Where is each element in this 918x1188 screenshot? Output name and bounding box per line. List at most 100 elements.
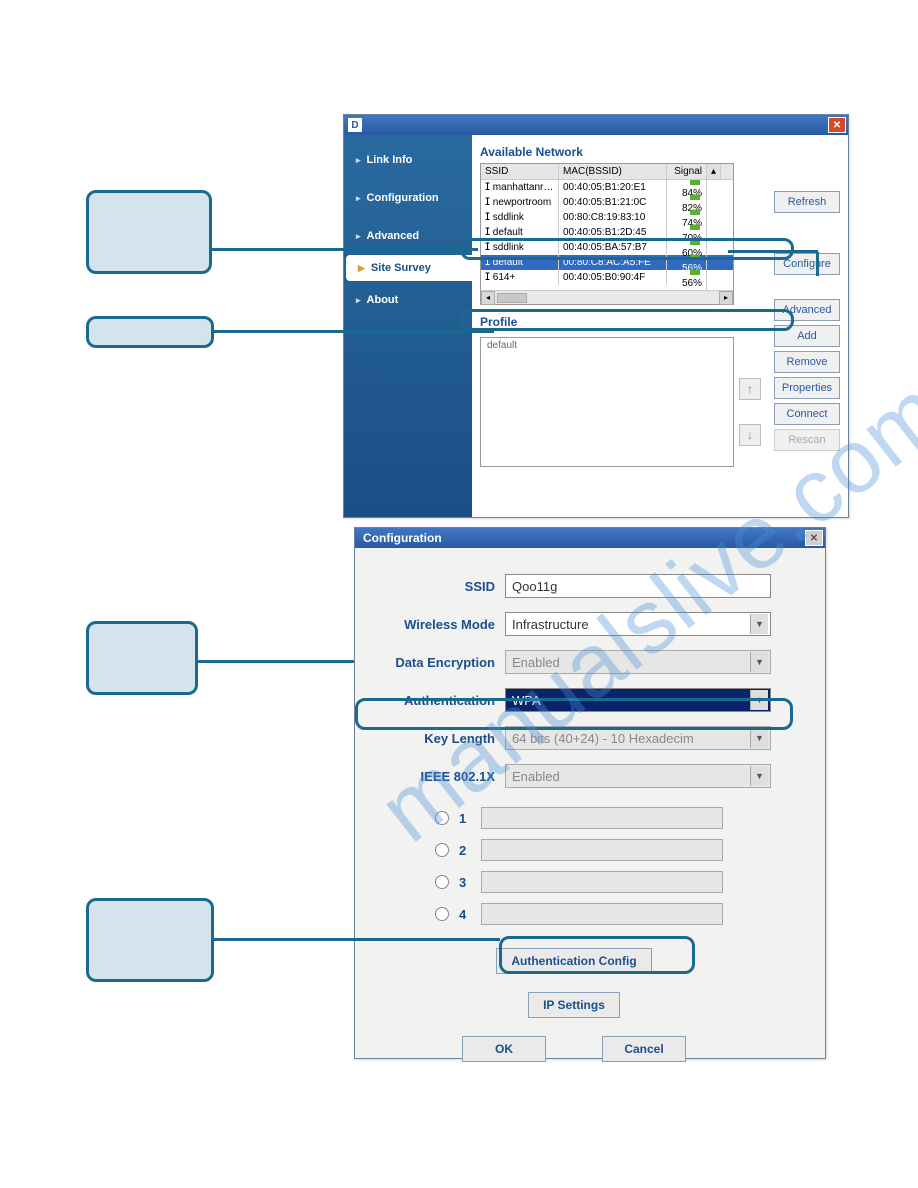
key-num-2: 2 (459, 843, 471, 858)
key-row-1: 1 (435, 802, 793, 834)
key-radio-3[interactable] (435, 875, 449, 889)
callout-box-4 (86, 898, 214, 982)
move-down-icon[interactable]: ↓ (739, 424, 761, 446)
key-radio-4[interactable] (435, 907, 449, 921)
app-icon: D (348, 118, 362, 132)
connector-line (816, 252, 819, 276)
key-row-3: 3 (435, 866, 793, 898)
button-column: Refresh Configure Advanced Add Remove Pr… (774, 191, 840, 451)
cell-mac: 00:40:05:B1:20:E1 (559, 180, 667, 195)
ssid-input[interactable] (505, 574, 771, 598)
close-icon[interactable]: ✕ (828, 117, 846, 133)
ok-button[interactable]: OK (462, 1036, 546, 1062)
chevron-down-icon: ▼ (750, 728, 768, 748)
cancel-button[interactable]: Cancel (602, 1036, 686, 1062)
authentication-select[interactable]: WPA ▼ (505, 688, 771, 712)
chevron-down-icon: ▼ (750, 690, 768, 710)
key-num-3: 3 (459, 875, 471, 890)
data-encryption-value: Enabled (512, 655, 560, 670)
key-num-4: 4 (459, 907, 471, 922)
key-field-4 (481, 903, 723, 925)
col-mac[interactable]: MAC(BSSID) (559, 164, 667, 179)
col-ssid[interactable]: SSID (481, 164, 559, 179)
rescan-button: Rescan (774, 429, 840, 451)
main-panel: Available Network SSID MAC(BSSID) Signal… (472, 135, 848, 517)
window-title: Configuration (363, 531, 442, 545)
profile-item[interactable]: default (481, 338, 733, 353)
profile-list[interactable]: default ↑ ↓ (480, 337, 734, 467)
cell-signal: 56% (667, 265, 707, 291)
cell-mac: 00:80:C8:AC:A5:FE (559, 255, 667, 270)
key-length-select: 64 bits (40+24) - 10 Hexadecim ▼ (505, 726, 771, 750)
refresh-button[interactable]: Refresh (774, 191, 840, 213)
key-row-2: 2 (435, 834, 793, 866)
cell-mac: 00:40:05:BA:57:B7 (559, 240, 667, 255)
ip-settings-button[interactable]: IP Settings (528, 992, 620, 1018)
chevron-down-icon: ▼ (750, 652, 768, 672)
connector-line (214, 938, 500, 941)
ieee8021x-label: IEEE 802.1X (355, 769, 505, 784)
scroll-thumb[interactable] (497, 293, 527, 303)
move-up-icon[interactable]: ↑ (739, 378, 761, 400)
key-radio-1[interactable] (435, 811, 449, 825)
cell-ssid: ⵊ newportroom (481, 195, 559, 210)
col-signal[interactable]: Signal (667, 164, 707, 179)
key-radio-2[interactable] (435, 843, 449, 857)
key-field-2 (481, 839, 723, 861)
horizontal-scrollbar[interactable]: ◂ ▸ (481, 290, 733, 304)
add-button[interactable]: Add (774, 325, 840, 347)
connector-line (728, 250, 818, 253)
scroll-right-icon[interactable]: ▸ (719, 291, 733, 305)
scroll-up-icon[interactable]: ▴ (707, 164, 721, 179)
cell-ssid: ⵊ default (481, 225, 559, 240)
callout-box-3 (86, 621, 198, 695)
nav-link-info[interactable]: Link Info (344, 141, 472, 179)
close-icon[interactable]: ✕ (805, 530, 823, 546)
connector-line (198, 660, 354, 663)
authentication-config-button[interactable]: Authentication Config (496, 948, 651, 974)
cell-ssid: ⵊ default (481, 255, 559, 270)
remove-button[interactable]: Remove (774, 351, 840, 373)
table-row[interactable]: ⵊ 614+00:40:05:B0:90:4F56% (481, 270, 733, 285)
connect-button[interactable]: Connect (774, 403, 840, 425)
advanced-button[interactable]: Advanced (774, 299, 840, 321)
nav-about[interactable]: About (344, 281, 472, 319)
key-length-label: Key Length (355, 731, 505, 746)
signal-icon (690, 222, 700, 230)
connector-line (212, 248, 478, 251)
signal-icon (690, 252, 700, 260)
signal-icon (690, 207, 700, 215)
title-bar: Configuration ✕ (355, 528, 825, 548)
wireless-mode-select[interactable]: Infrastructure ▼ (505, 612, 771, 636)
sidebar: Link Info Configuration Advanced Site Su… (344, 135, 472, 517)
ieee8021x-value: Enabled (512, 769, 560, 784)
cell-mac: 00:80:C8:19:83:10 (559, 210, 667, 225)
key-length-value: 64 bits (40+24) - 10 Hexadecim (512, 731, 694, 746)
configuration-window: Configuration ✕ SSID Wireless Mode Infra… (354, 527, 826, 1059)
cell-mac: 00:40:05:B1:2D:45 (559, 225, 667, 240)
nav-site-survey[interactable]: Site Survey (346, 255, 472, 281)
authentication-label: Authentication (355, 693, 505, 708)
data-encryption-label: Data Encryption (355, 655, 505, 670)
cell-ssid: ⵊ sddlink (481, 210, 559, 225)
connector-line (214, 330, 494, 333)
config-form: SSID Wireless Mode Infrastructure ▼ Data… (355, 548, 825, 1072)
callout-box-1 (86, 190, 212, 274)
properties-button[interactable]: Properties (774, 377, 840, 399)
title-bar: D ✕ (344, 115, 848, 135)
cell-ssid: ⵊ sddlink (481, 240, 559, 255)
nav-configuration[interactable]: Configuration (344, 179, 472, 217)
chevron-down-icon: ▼ (750, 766, 768, 786)
available-network-title: Available Network (480, 145, 840, 159)
site-survey-window: D ✕ Link Info Configuration Advanced Sit… (343, 114, 849, 518)
wireless-mode-label: Wireless Mode (355, 617, 505, 632)
wep-keys: 1 2 3 4 (435, 802, 793, 930)
scroll-left-icon[interactable]: ◂ (481, 291, 495, 305)
key-num-1: 1 (459, 811, 471, 826)
cell-mac: 00:40:05:B0:90:4F (559, 270, 667, 285)
cell-mac: 00:40:05:B1:21:0C (559, 195, 667, 210)
wireless-mode-value: Infrastructure (512, 617, 589, 632)
configure-button[interactable]: Configure (774, 253, 840, 275)
signal-icon (690, 180, 700, 185)
key-row-4: 4 (435, 898, 793, 930)
